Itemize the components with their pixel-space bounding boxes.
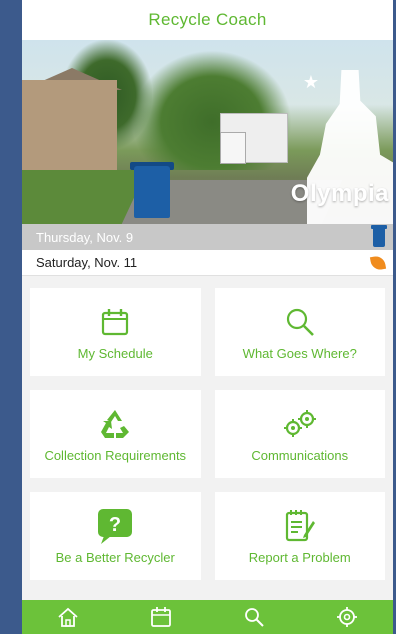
tile-label: Report a Problem	[248, 549, 351, 565]
yard-waste-leaf-icon	[369, 254, 387, 271]
hero-banner-image: ★ Olympia	[22, 40, 393, 224]
pickup-date: Saturday, Nov. 11	[36, 255, 138, 270]
tile-what-goes-where[interactable]: What Goes Where?	[214, 288, 385, 376]
tile-label: My Schedule	[77, 345, 153, 361]
notepad-pencil-icon	[284, 508, 316, 544]
tile-be-a-better-recycler[interactable]: ? Be a Better Recycler	[30, 492, 201, 580]
recycling-bin	[134, 166, 170, 218]
magnifier-icon	[285, 304, 315, 340]
blue-cart-icon	[371, 225, 387, 247]
tile-label: What Goes Where?	[242, 345, 357, 361]
star-icon: ★	[302, 72, 319, 92]
tile-label: Be a Better Recycler	[55, 549, 175, 565]
svg-text:?: ?	[109, 514, 121, 536]
recycle-icon	[98, 406, 132, 442]
settings-gear-icon	[336, 607, 357, 627]
tile-my-schedule[interactable]: My Schedule	[30, 288, 201, 376]
tile-collection-requirements[interactable]: Collection Requirements	[30, 390, 201, 478]
main-menu-grid: My Schedule What Goes Where? Collection …	[30, 288, 385, 580]
app-title: Recycle Coach	[148, 10, 267, 29]
search-icon	[244, 608, 264, 627]
question-bubble-icon: ?	[95, 508, 135, 544]
gears-icon	[282, 406, 318, 442]
tile-label: Collection Requirements	[44, 447, 187, 463]
tile-report-a-problem[interactable]: Report a Problem	[214, 492, 385, 580]
calendar-icon	[151, 607, 172, 627]
truck-cab	[220, 132, 246, 164]
tab-search[interactable]	[234, 600, 274, 634]
app-screen: Recycle Coach ★ Olympia Thursday, Nov. 9…	[22, 0, 393, 634]
home-icon	[58, 607, 78, 627]
house	[22, 80, 117, 170]
tile-communications[interactable]: Communications	[214, 390, 385, 478]
tab-schedule[interactable]	[141, 600, 181, 634]
bottom-tab-bar	[22, 600, 393, 634]
pickup-date: Thursday, Nov. 9	[36, 229, 134, 245]
city-name: Olympia	[290, 180, 389, 207]
calendar-icon	[100, 304, 130, 340]
tile-label: Communications	[251, 447, 349, 463]
tab-home[interactable]	[48, 600, 88, 634]
tab-settings[interactable]	[327, 600, 367, 634]
app-title-bar: Recycle Coach	[22, 0, 393, 40]
pickup-row-next[interactable]: Saturday, Nov. 11	[22, 250, 393, 276]
pickup-schedule: Thursday, Nov. 9 Saturday, Nov. 11	[22, 224, 393, 276]
pickup-row-current[interactable]: Thursday, Nov. 9	[22, 224, 393, 250]
